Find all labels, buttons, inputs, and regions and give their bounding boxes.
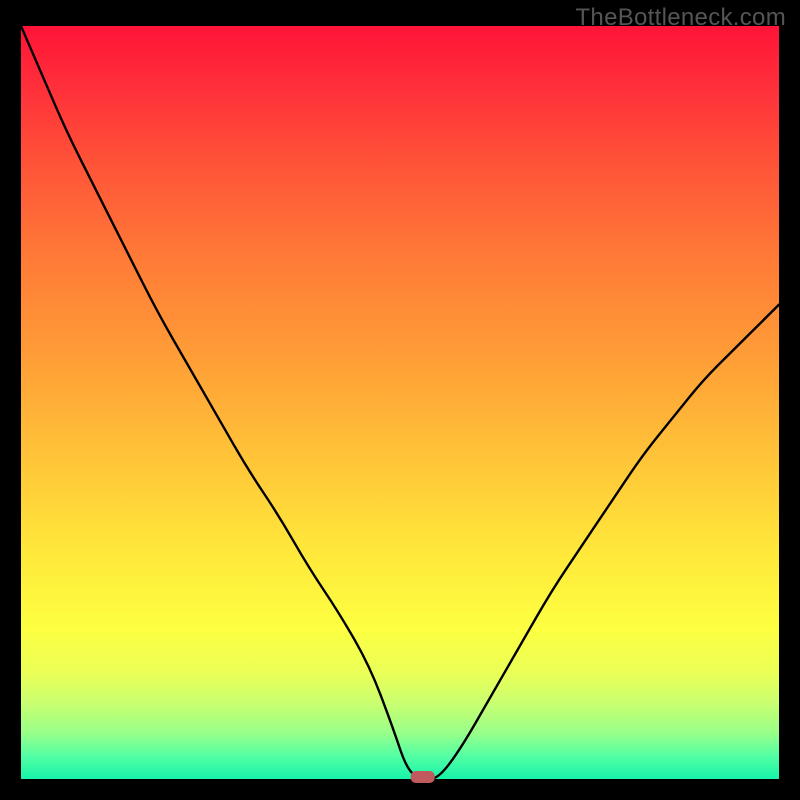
plot-area — [21, 26, 779, 779]
chart-frame: TheBottleneck.com — [0, 0, 800, 800]
optimum-marker — [411, 771, 435, 783]
curve-layer — [21, 26, 779, 779]
bottleneck-curve-path — [21, 26, 779, 779]
